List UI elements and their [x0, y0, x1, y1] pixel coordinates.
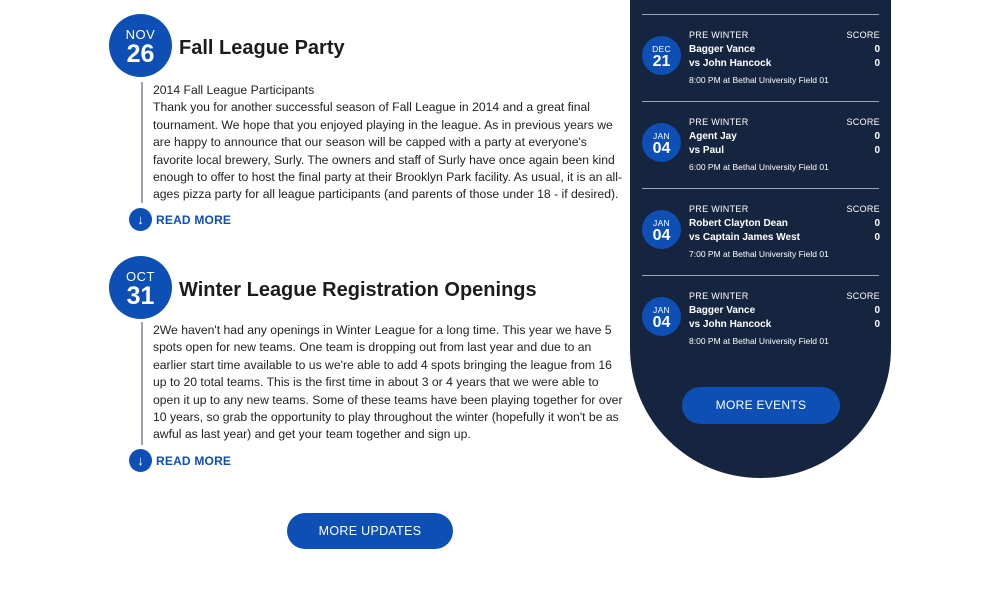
event-date-badge: JAN 04 — [642, 123, 681, 162]
event-date-day: 21 — [652, 53, 671, 70]
read-more-label: READ MORE — [156, 453, 232, 468]
post-body-paragraph: 2We haven't had any openings in Winter L… — [153, 323, 623, 442]
more-events-button[interactable]: MORE EVENTS — [682, 387, 840, 424]
event-item[interactable]: DEC 21 PRE WINTER SCORE Bagger Vance vs … — [642, 30, 880, 116]
event-score-label: SCORE — [846, 291, 880, 301]
event-league: PRE WINTER — [689, 30, 749, 40]
event-date-badge: JAN 04 — [642, 210, 681, 249]
event-team-2: vs John Hancock — [689, 319, 772, 330]
event-item[interactable]: JAN 04 PRE WINTER SCORE Bagger Vance vs … — [642, 291, 880, 377]
event-score-1: 0 — [874, 131, 880, 142]
events-panel: DEC 21 PRE WINTER SCORE Bagger Vance vs … — [630, 0, 891, 478]
event-score-1: 0 — [874, 305, 880, 316]
read-more-link[interactable]: ↓ READ MORE — [129, 208, 231, 231]
event-league: PRE WINTER — [689, 291, 749, 301]
event-info: 8:00 PM at Bethal University Field 01 — [689, 336, 829, 346]
event-date-badge: DEC 21 — [642, 36, 681, 75]
event-date-day: 04 — [652, 227, 671, 244]
divider — [642, 14, 879, 15]
arrow-down-circle-icon: ↓ — [129, 208, 152, 231]
event-item[interactable]: JAN 04 PRE WINTER SCORE Agent Jay vs Pau… — [642, 117, 880, 203]
event-info: 8:00 PM at Bethal University Field 01 — [689, 75, 829, 85]
event-info: 7:00 PM at Bethal University Field 01 — [689, 249, 829, 259]
arrow-down-circle-icon: ↓ — [129, 449, 152, 472]
event-league: PRE WINTER — [689, 204, 749, 214]
more-updates-button[interactable]: MORE UPDATES — [287, 513, 453, 549]
divider — [642, 188, 879, 189]
event-date-day: 04 — [652, 140, 671, 157]
event-item[interactable]: JAN 04 PRE WINTER SCORE Robert Clayton D… — [642, 204, 880, 290]
event-team-1: Agent Jay — [689, 131, 737, 142]
post-title[interactable]: Fall League Party — [179, 37, 345, 60]
divider — [642, 101, 879, 102]
event-score-label: SCORE — [846, 204, 880, 214]
event-score-2: 0 — [874, 58, 880, 69]
post-title[interactable]: Winter League Registration Openings — [179, 279, 537, 302]
event-score-1: 0 — [874, 44, 880, 55]
event-score-2: 0 — [874, 319, 880, 330]
read-more-link[interactable]: ↓ READ MORE — [129, 449, 231, 472]
post-date-day: 26 — [126, 40, 155, 68]
event-score-label: SCORE — [846, 117, 880, 127]
event-team-1: Bagger Vance — [689, 44, 756, 55]
post-date-badge: NOV 26 — [109, 14, 172, 77]
post-body: 2We haven't had any openings in Winter L… — [141, 322, 628, 445]
event-score-label: SCORE — [846, 30, 880, 40]
event-team-2: vs Captain James West — [689, 232, 800, 243]
event-date-day: 04 — [652, 314, 671, 331]
read-more-label: READ MORE — [156, 212, 232, 227]
event-score-2: 0 — [874, 145, 880, 156]
event-team-2: vs Paul — [689, 145, 725, 156]
post-body-line: 2014 Fall League Participants — [153, 83, 315, 97]
event-info: 6:00 PM at Bethal University Field 01 — [689, 162, 829, 172]
event-team-1: Robert Clayton Dean — [689, 218, 788, 229]
post-body-paragraph: Thank you for another successful season … — [153, 100, 623, 202]
event-league: PRE WINTER — [689, 117, 749, 127]
post-date-day: 31 — [126, 282, 155, 310]
event-date-badge: JAN 04 — [642, 297, 681, 336]
event-score-1: 0 — [874, 218, 880, 229]
page: NOV 26 Fall League Party 2014 Fall Leagu… — [0, 0, 1000, 600]
post-date-badge: OCT 31 — [109, 256, 172, 319]
post-body: 2014 Fall League Participants Thank you … — [141, 82, 628, 203]
event-score-2: 0 — [874, 232, 880, 243]
event-team-1: Bagger Vance — [689, 305, 756, 316]
divider — [642, 275, 879, 276]
event-team-2: vs John Hancock — [689, 58, 772, 69]
